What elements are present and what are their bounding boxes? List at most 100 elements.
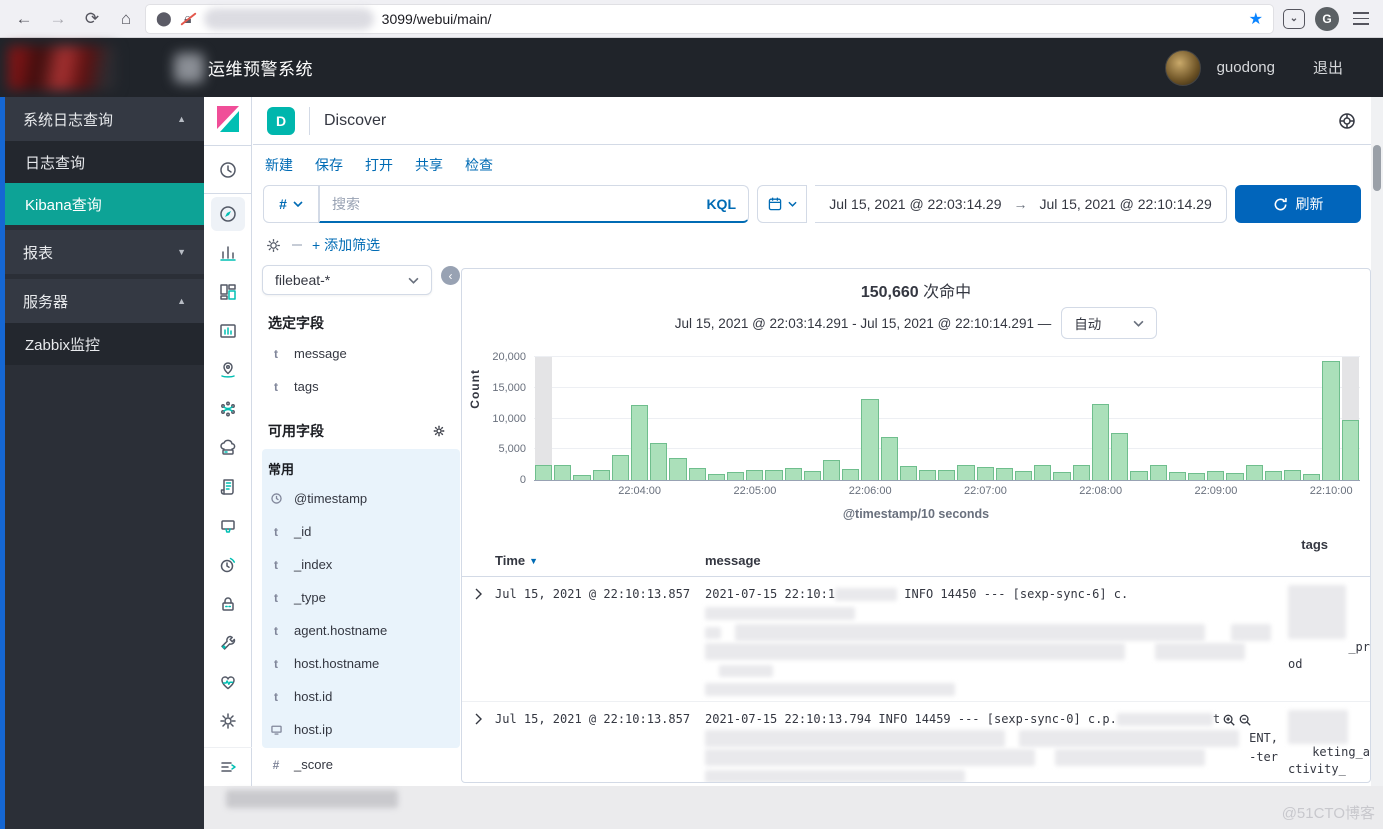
kibana-logo-icon[interactable] — [204, 97, 252, 146]
histogram-bar[interactable] — [1129, 357, 1148, 480]
user-avatar[interactable] — [1165, 50, 1201, 86]
canvas-icon[interactable] — [204, 311, 252, 350]
histogram-bar[interactable] — [1052, 357, 1071, 480]
menu-icon[interactable] — [1349, 8, 1373, 28]
search-input[interactable] — [332, 196, 706, 212]
histogram-bar[interactable] — [1072, 357, 1091, 480]
histogram-bar[interactable] — [1283, 357, 1302, 480]
histogram-bar[interactable] — [764, 357, 783, 480]
nav-item-3[interactable]: 报表▼ — [5, 230, 204, 274]
url-text[interactable]: 3099/webui/main/ — [382, 11, 492, 27]
kql-language-button[interactable]: KQL — [706, 196, 736, 212]
interval-select[interactable]: 自动 — [1061, 307, 1157, 339]
filter-for-value-icon[interactable] — [1222, 713, 1236, 727]
histogram-bar[interactable] — [1206, 357, 1225, 480]
nav-item-1[interactable]: 日志查询 — [5, 141, 204, 183]
discover-icon[interactable] — [204, 194, 252, 233]
open-button[interactable]: 打开 — [365, 155, 393, 175]
logs-icon[interactable] — [204, 467, 252, 506]
home-icon[interactable]: ⌂ — [112, 5, 140, 33]
histogram-bar[interactable] — [1033, 357, 1052, 480]
monitoring-icon[interactable] — [204, 662, 252, 701]
index-pattern-select[interactable]: filebeat-* — [262, 265, 432, 295]
histogram-bar[interactable] — [553, 357, 572, 480]
collapse-fields-button[interactable]: ‹ — [441, 266, 460, 285]
field-message[interactable]: tmessage — [262, 337, 460, 370]
histogram-bar[interactable] — [860, 357, 879, 480]
histogram-bar[interactable] — [1302, 357, 1321, 480]
histogram-bar[interactable] — [1225, 357, 1244, 480]
field-host.id[interactable]: thost.id — [262, 680, 460, 713]
histogram-bar[interactable] — [649, 357, 668, 480]
field-@timestamp[interactable]: @timestamp — [262, 482, 460, 515]
histogram-bar[interactable] — [784, 357, 803, 480]
url-bar[interactable]: ⬤︎ 🔒︎ 3099/webui/main/ ★ — [146, 5, 1273, 33]
histogram-bar[interactable] — [1091, 357, 1110, 480]
visualize-icon[interactable] — [204, 233, 252, 272]
refresh-button[interactable]: 刷新 — [1235, 185, 1361, 223]
help-icon[interactable] — [1337, 111, 1357, 131]
field-host.ip[interactable]: host.ip — [262, 713, 460, 746]
histogram-bar[interactable] — [707, 357, 726, 480]
histogram-bar[interactable] — [822, 357, 841, 480]
histogram-bar[interactable] — [937, 357, 956, 480]
histogram-bar[interactable] — [803, 357, 822, 480]
new-button[interactable]: 新建 — [265, 155, 293, 175]
histogram-bar[interactable] — [899, 357, 918, 480]
histogram-bar[interactable] — [1341, 357, 1360, 480]
histogram-bar[interactable] — [1245, 357, 1264, 480]
histogram-bar[interactable] — [592, 357, 611, 480]
profile-avatar[interactable]: G — [1315, 7, 1339, 31]
time-column-header[interactable]: Time▼ — [495, 553, 538, 568]
insecure-lock-icon[interactable]: 🔒︎ — [180, 10, 196, 28]
histogram-bar[interactable] — [841, 357, 860, 480]
histogram-bar[interactable] — [688, 357, 707, 480]
histogram-bar[interactable] — [1149, 357, 1168, 480]
histogram-bar[interactable] — [745, 357, 764, 480]
security-icon[interactable] — [204, 584, 252, 623]
histogram-bar[interactable] — [534, 357, 553, 480]
histogram-bar[interactable] — [956, 357, 975, 480]
management-icon[interactable] — [204, 701, 252, 740]
maps-icon[interactable] — [204, 350, 252, 389]
field-_score[interactable]: #_score — [262, 748, 460, 781]
histogram-bar[interactable] — [995, 357, 1014, 480]
histogram-bar[interactable] — [1110, 357, 1129, 480]
histogram-bar[interactable] — [1321, 357, 1340, 480]
histogram[interactable]: Count 05,00010,00015,00020,000 22:04:002… — [534, 357, 1360, 481]
nav-item-4[interactable]: 服务器▲ — [5, 279, 204, 323]
expand-row-icon[interactable] — [462, 585, 495, 695]
field-_id[interactable]: t_id — [262, 515, 460, 548]
histogram-bar[interactable] — [611, 357, 630, 480]
machine-learning-icon[interactable] — [204, 389, 252, 428]
field-settings-gear-icon[interactable] — [432, 424, 446, 438]
bookmark-star-icon[interactable]: ★ — [1249, 9, 1263, 29]
time-range[interactable]: Jul 15, 2021 @ 22:03:14.29 → Jul 15, 202… — [815, 185, 1227, 223]
nav-item-2[interactable]: Kibana查询 — [5, 183, 204, 225]
histogram-bar[interactable] — [668, 357, 687, 480]
collapse-menu-icon[interactable] — [204, 747, 252, 786]
saved-query-button[interactable]: # — [263, 185, 319, 223]
apm-icon[interactable] — [204, 506, 252, 545]
histogram-bar[interactable] — [1187, 357, 1206, 480]
filter-settings-gear-icon[interactable] — [265, 237, 282, 254]
reload-icon[interactable]: ⟳ — [78, 5, 106, 33]
uptime-icon[interactable] — [204, 545, 252, 584]
back-icon[interactable]: ← — [10, 5, 38, 33]
histogram-bar[interactable] — [1264, 357, 1283, 480]
metrics-icon[interactable] — [204, 428, 252, 467]
share-button[interactable]: 共享 — [415, 155, 443, 175]
forward-icon[interactable]: → — [44, 5, 72, 33]
add-filter-link[interactable]: + 添加筛选 — [312, 235, 380, 255]
histogram-bar[interactable] — [976, 357, 995, 480]
field-host.hostname[interactable]: thost.hostname — [262, 647, 460, 680]
scrollbar-track[interactable] — [1371, 97, 1383, 786]
shield-icon[interactable]: ⬤︎ — [156, 10, 172, 27]
dev-tools-icon[interactable] — [204, 623, 252, 662]
scrollbar-thumb[interactable] — [1373, 145, 1381, 191]
nav-item-5[interactable]: Zabbix监控 — [5, 323, 204, 365]
dashboard-icon[interactable] — [204, 272, 252, 311]
logout-button[interactable]: 退出 — [1313, 57, 1343, 78]
inspect-button[interactable]: 检查 — [465, 155, 493, 175]
field-_index[interactable]: t_index — [262, 548, 460, 581]
